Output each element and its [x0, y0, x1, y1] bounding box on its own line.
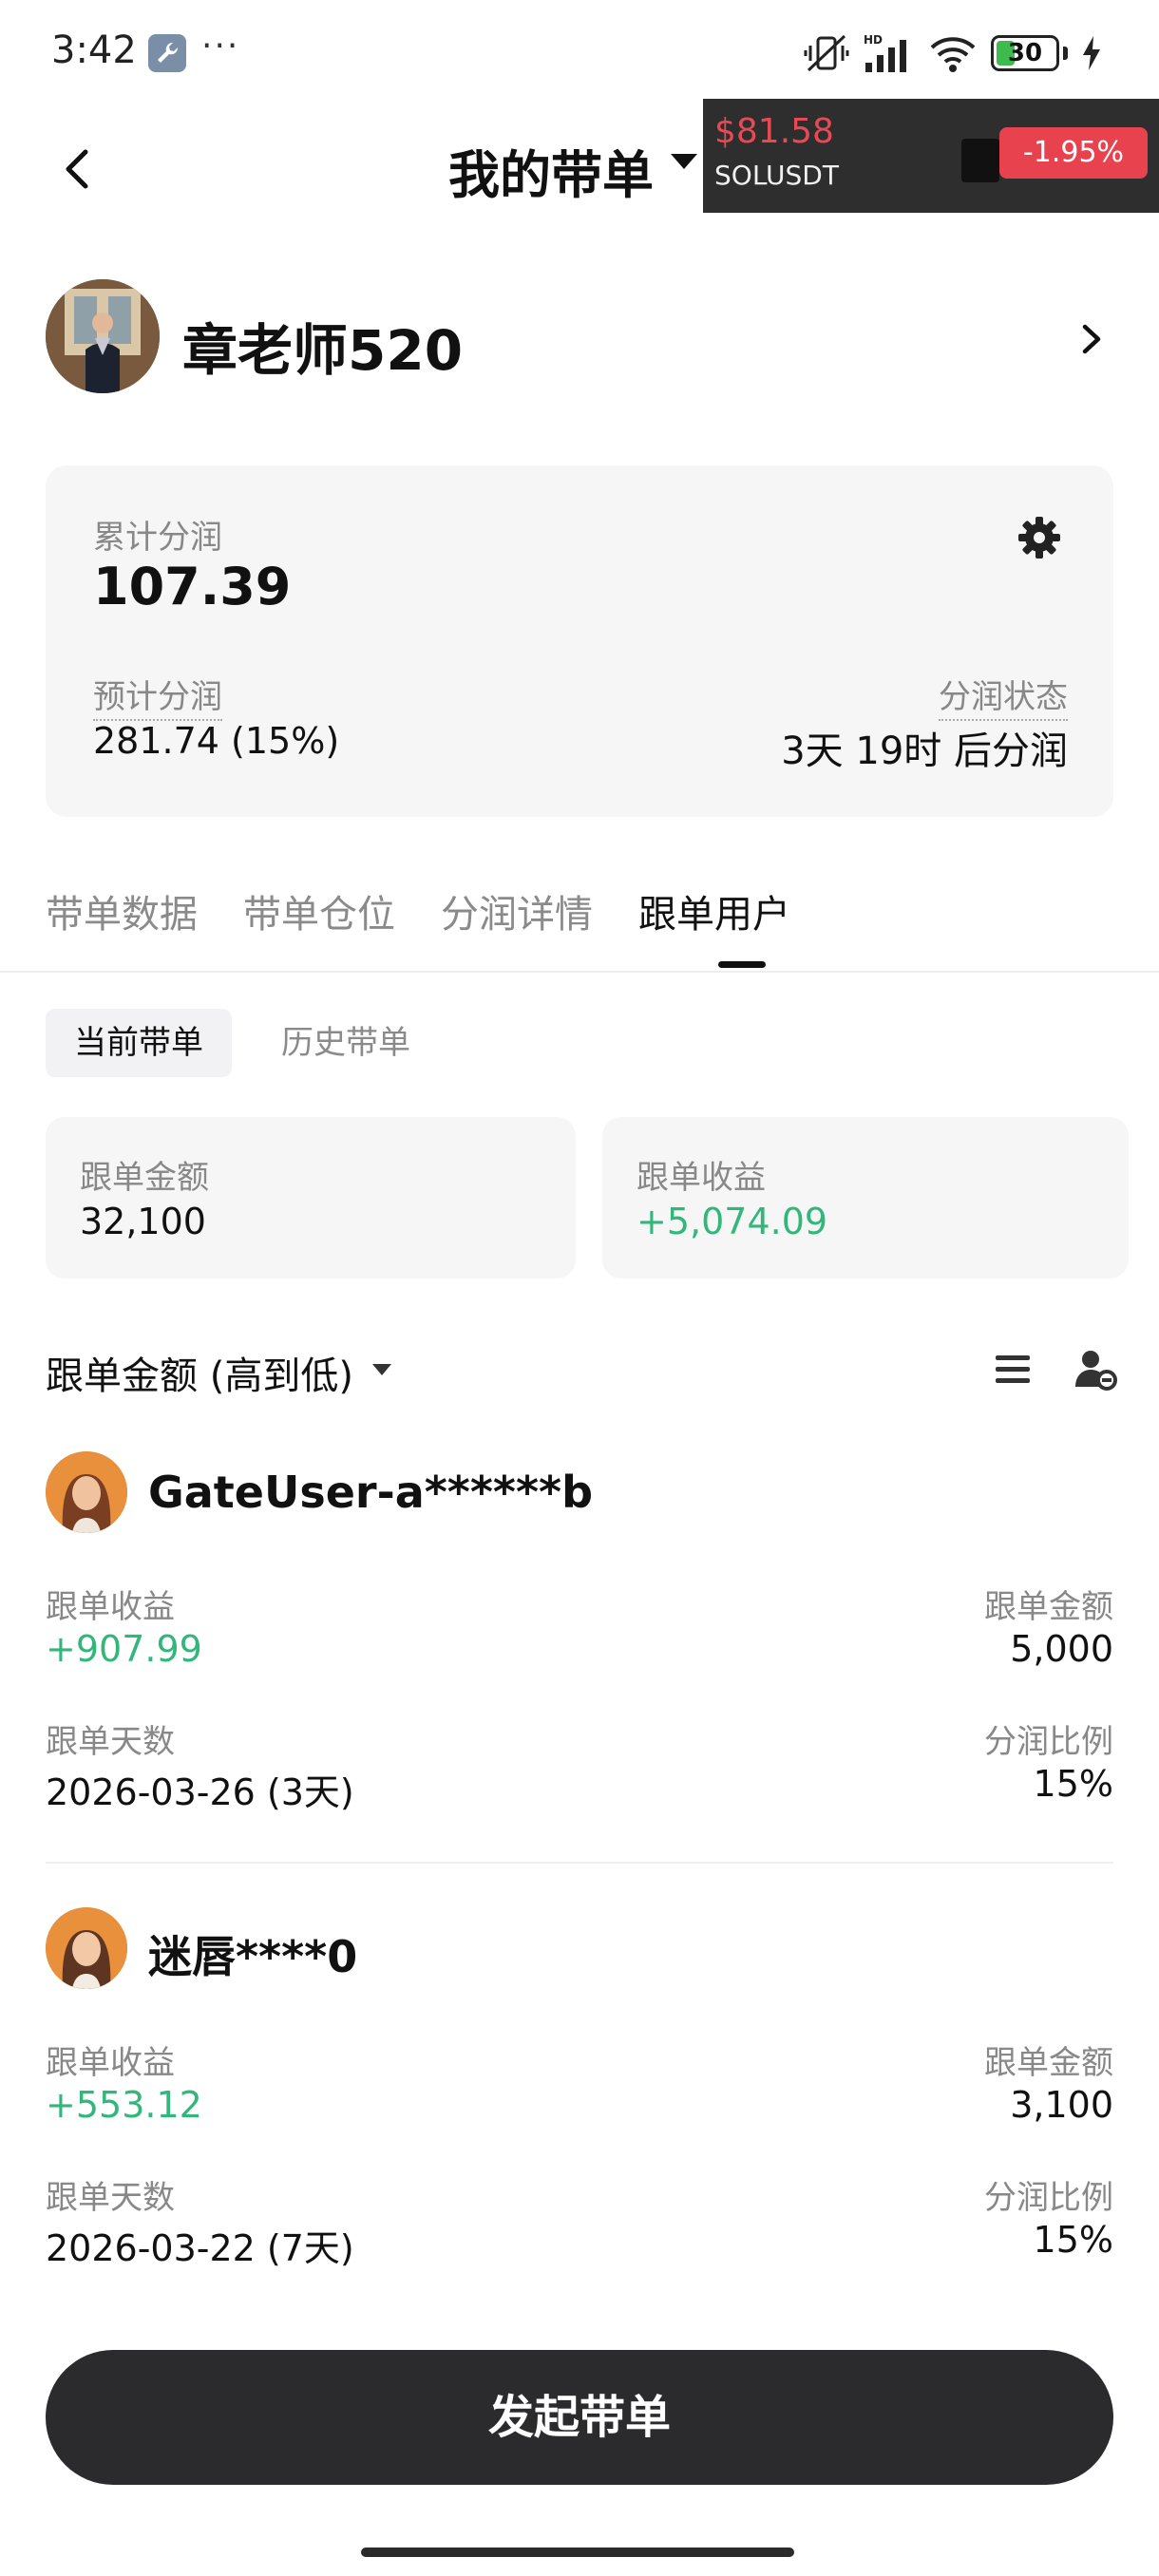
chevron-right-icon[interactable]: [1072, 315, 1113, 363]
follower-days-label: 跟单天数: [46, 1723, 175, 1761]
trader-profile-row[interactable]: 章老师520: [46, 279, 1113, 399]
avatar: [46, 1451, 127, 1533]
follower-amount-label: 跟单金额: [984, 1588, 1113, 1626]
battery-level: 30: [1007, 39, 1043, 67]
price-ticker-widget[interactable]: $81.58 SOLUSDT -1.95%: [703, 99, 1159, 213]
active-tab-indicator: [718, 961, 766, 968]
total-copy-profit-card: 跟单收益 +5,074.09: [602, 1117, 1129, 1279]
tab-copy-data[interactable]: 带单数据: [46, 883, 198, 969]
subtab-current[interactable]: 当前带单: [46, 1009, 232, 1077]
wallet-icon: [961, 139, 999, 182]
list-view-icon[interactable]: [992, 1349, 1034, 1391]
back-button[interactable]: [49, 141, 106, 198]
wrench-icon: [148, 34, 186, 72]
ticker-price: $81.58: [714, 112, 834, 151]
wifi-icon: [930, 37, 976, 72]
cumulative-profit-value: 107.39: [93, 557, 292, 616]
follower-amount-value: 5,000: [1010, 1628, 1113, 1670]
more-notifications-icon: ···: [201, 27, 240, 66]
status-icons: HD 30: [803, 32, 1102, 74]
follower-amount-value: 3,100: [1010, 2084, 1113, 2126]
status-time: 3:42: [51, 28, 137, 72]
charging-icon: [1083, 36, 1100, 70]
follower-days-value: 2026-03-26 (3天): [46, 1771, 354, 1813]
copy-amount-value: 32,100: [80, 1201, 206, 1242]
divider: [46, 1862, 1113, 1864]
profit-status-value: 3天 19时 后分润: [781, 729, 1068, 773]
sort-row: 跟单金额 (高到低): [46, 1341, 1117, 1400]
follower-name: GateUser-a******b: [148, 1467, 593, 1518]
ticker-symbol: SOLUSDT: [714, 160, 839, 191]
follower-profit-value: +907.99: [46, 1628, 202, 1670]
follower-days-label: 跟单天数: [46, 2179, 175, 2217]
divider: [0, 971, 1159, 973]
ticker-change-badge: -1.95%: [999, 127, 1148, 179]
status-bar: 3:42 ··· HD 30: [0, 0, 1159, 104]
follower-item[interactable]: 迷唇****0 跟单收益 +553.12 跟单金额 3,100 跟单天数 202…: [46, 1907, 1113, 2287]
profit-status-label[interactable]: 分润状态: [939, 671, 1068, 721]
caret-down-icon[interactable]: [372, 1364, 391, 1375]
estimated-profit-value: 281.74 (15%): [93, 720, 340, 762]
mute-vibrate-icon: [804, 34, 849, 72]
tab-followers[interactable]: 跟单用户: [638, 883, 790, 969]
hd-label: HD: [864, 33, 883, 47]
signal-icon: HD: [864, 33, 906, 72]
total-copy-amount-card: 跟单金额 32,100: [46, 1117, 576, 1279]
follower-ratio-value: 15%: [1033, 2219, 1113, 2261]
follower-profit-label: 跟单收益: [46, 1588, 175, 1626]
avatar: [46, 1907, 127, 1989]
follower-ratio-value: 15%: [1033, 1763, 1113, 1805]
copy-amount-label: 跟单金额: [80, 1159, 209, 1197]
estimated-profit-label[interactable]: 预计分润: [93, 671, 222, 721]
tab-copy-positions[interactable]: 带单仓位: [243, 883, 395, 969]
trader-name: 章老师520: [182, 318, 464, 383]
copy-profit-label: 跟单收益: [636, 1159, 766, 1197]
cumulative-profit-label: 累计分润: [93, 519, 222, 557]
start-copy-trading-button[interactable]: 发起带单: [46, 2350, 1113, 2485]
caret-down-icon[interactable]: [671, 154, 697, 169]
follower-ratio-label: 分润比例: [984, 1723, 1113, 1761]
copy-profit-value: +5,074.09: [636, 1201, 828, 1242]
avatar: [46, 279, 160, 393]
follower-profit-value: +553.12: [46, 2084, 202, 2126]
battery-tip: [1063, 47, 1068, 60]
main-tabs: 带单数据 带单仓位 分润详情 跟单用户: [46, 883, 1113, 969]
battery-icon: 30: [991, 35, 1059, 71]
follower-amount-label: 跟单金额: [984, 2044, 1113, 2082]
follower-item[interactable]: GateUser-a******b 跟单收益 +907.99 跟单金额 5,00…: [46, 1451, 1113, 1831]
subtab-history[interactable]: 历史带单: [253, 1009, 439, 1077]
chevron-left-icon: [66, 149, 88, 189]
page-title[interactable]: 我的带单: [448, 133, 654, 208]
follower-name: 迷唇****0: [148, 1931, 358, 1982]
user-settings-icon[interactable]: [1072, 1345, 1119, 1392]
follower-ratio-label: 分润比例: [984, 2179, 1113, 2217]
profit-share-summary-card: 累计分润 107.39 预计分润 281.74 (15%) 分润状态 3天 19…: [46, 465, 1113, 817]
follower-profit-label: 跟单收益: [46, 2044, 175, 2082]
tab-profit-details[interactable]: 分润详情: [441, 883, 593, 969]
follower-days-value: 2026-03-22 (7天): [46, 2227, 354, 2269]
gear-icon[interactable]: [1015, 513, 1064, 562]
home-indicator[interactable]: [361, 2548, 794, 2557]
sort-dropdown[interactable]: 跟单金额 (高到低): [46, 1345, 353, 1400]
